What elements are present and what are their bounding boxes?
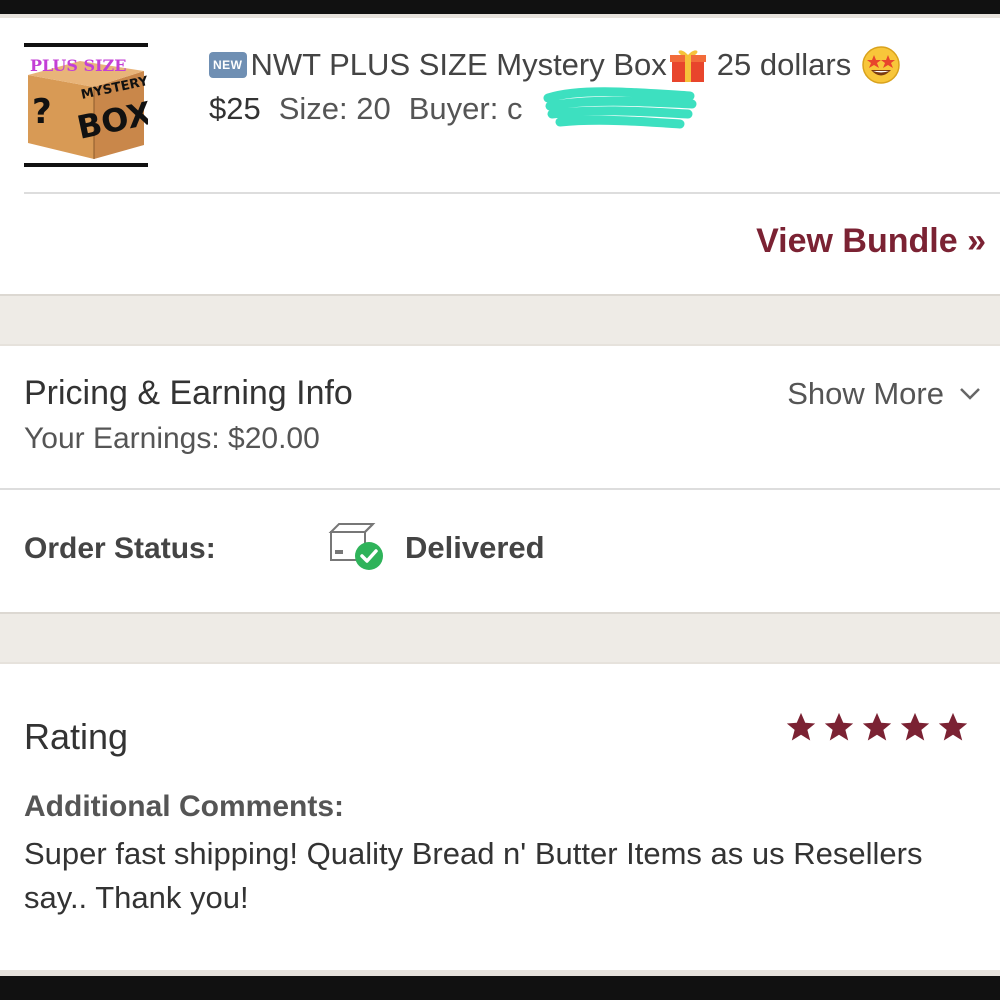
thumb-plus-size-text: PLUS SIZE bbox=[30, 56, 126, 75]
rating-title: Rating bbox=[24, 716, 129, 757]
gift-icon bbox=[669, 46, 707, 84]
star-icon bbox=[786, 712, 816, 741]
new-badge-icon: NEW bbox=[209, 52, 247, 78]
earnings-value: Your Earnings: $20.00 bbox=[24, 422, 320, 455]
listing-divider bbox=[24, 192, 1000, 194]
top-border bbox=[0, 0, 1000, 14]
section-separator bbox=[0, 612, 1000, 664]
listing-title[interactable]: NWT PLUS SIZE Mystery Box bbox=[251, 47, 667, 83]
listing-size: Size: 20 bbox=[278, 91, 391, 126]
star-icon bbox=[824, 712, 854, 741]
view-bundle-link[interactable]: View Bundle » bbox=[756, 222, 986, 261]
order-status-label: Order Status: bbox=[24, 532, 216, 565]
buyer-label: Buyer: c bbox=[408, 91, 523, 126]
top-divider bbox=[0, 14, 1000, 18]
show-more-toggle[interactable]: Show More bbox=[787, 376, 982, 412]
listing-meta-row: $25 Size: 20 Buyer: c bbox=[209, 86, 522, 132]
listing-title-suffix: 25 dollars bbox=[716, 47, 852, 82]
order-status-value: Delivered bbox=[405, 530, 545, 565]
comments-label: Additional Comments: bbox=[24, 790, 344, 823]
star-icon bbox=[900, 712, 930, 741]
star-icon bbox=[938, 712, 968, 741]
rating-stars bbox=[784, 710, 970, 744]
delivered-box-check-icon bbox=[327, 520, 387, 574]
buyer-redaction-scribble bbox=[543, 87, 697, 129]
listing-price: $25 bbox=[209, 91, 261, 126]
bottom-border bbox=[0, 976, 1000, 1000]
pricing-divider bbox=[0, 488, 1000, 490]
show-more-label: Show More bbox=[787, 376, 944, 411]
section-separator bbox=[0, 294, 1000, 346]
pricing-section-title: Pricing & Earning Info bbox=[24, 374, 353, 412]
star-struck-emoji-icon bbox=[861, 45, 901, 85]
listing-title-row[interactable]: NEW NWT PLUS SIZE Mystery Box 25 dollars bbox=[209, 40, 989, 90]
thumb-question-mark: ? bbox=[32, 92, 52, 132]
comments-text: Super fast shipping! Quality Bread n' Bu… bbox=[24, 836, 923, 915]
listing-thumbnail[interactable]: ? MYSTERY BOX PLUS SIZE bbox=[24, 43, 148, 167]
chevron-down-icon bbox=[960, 388, 980, 400]
star-icon bbox=[862, 712, 892, 741]
mystery-box-image: ? MYSTERY BOX PLUS SIZE bbox=[28, 56, 148, 159]
